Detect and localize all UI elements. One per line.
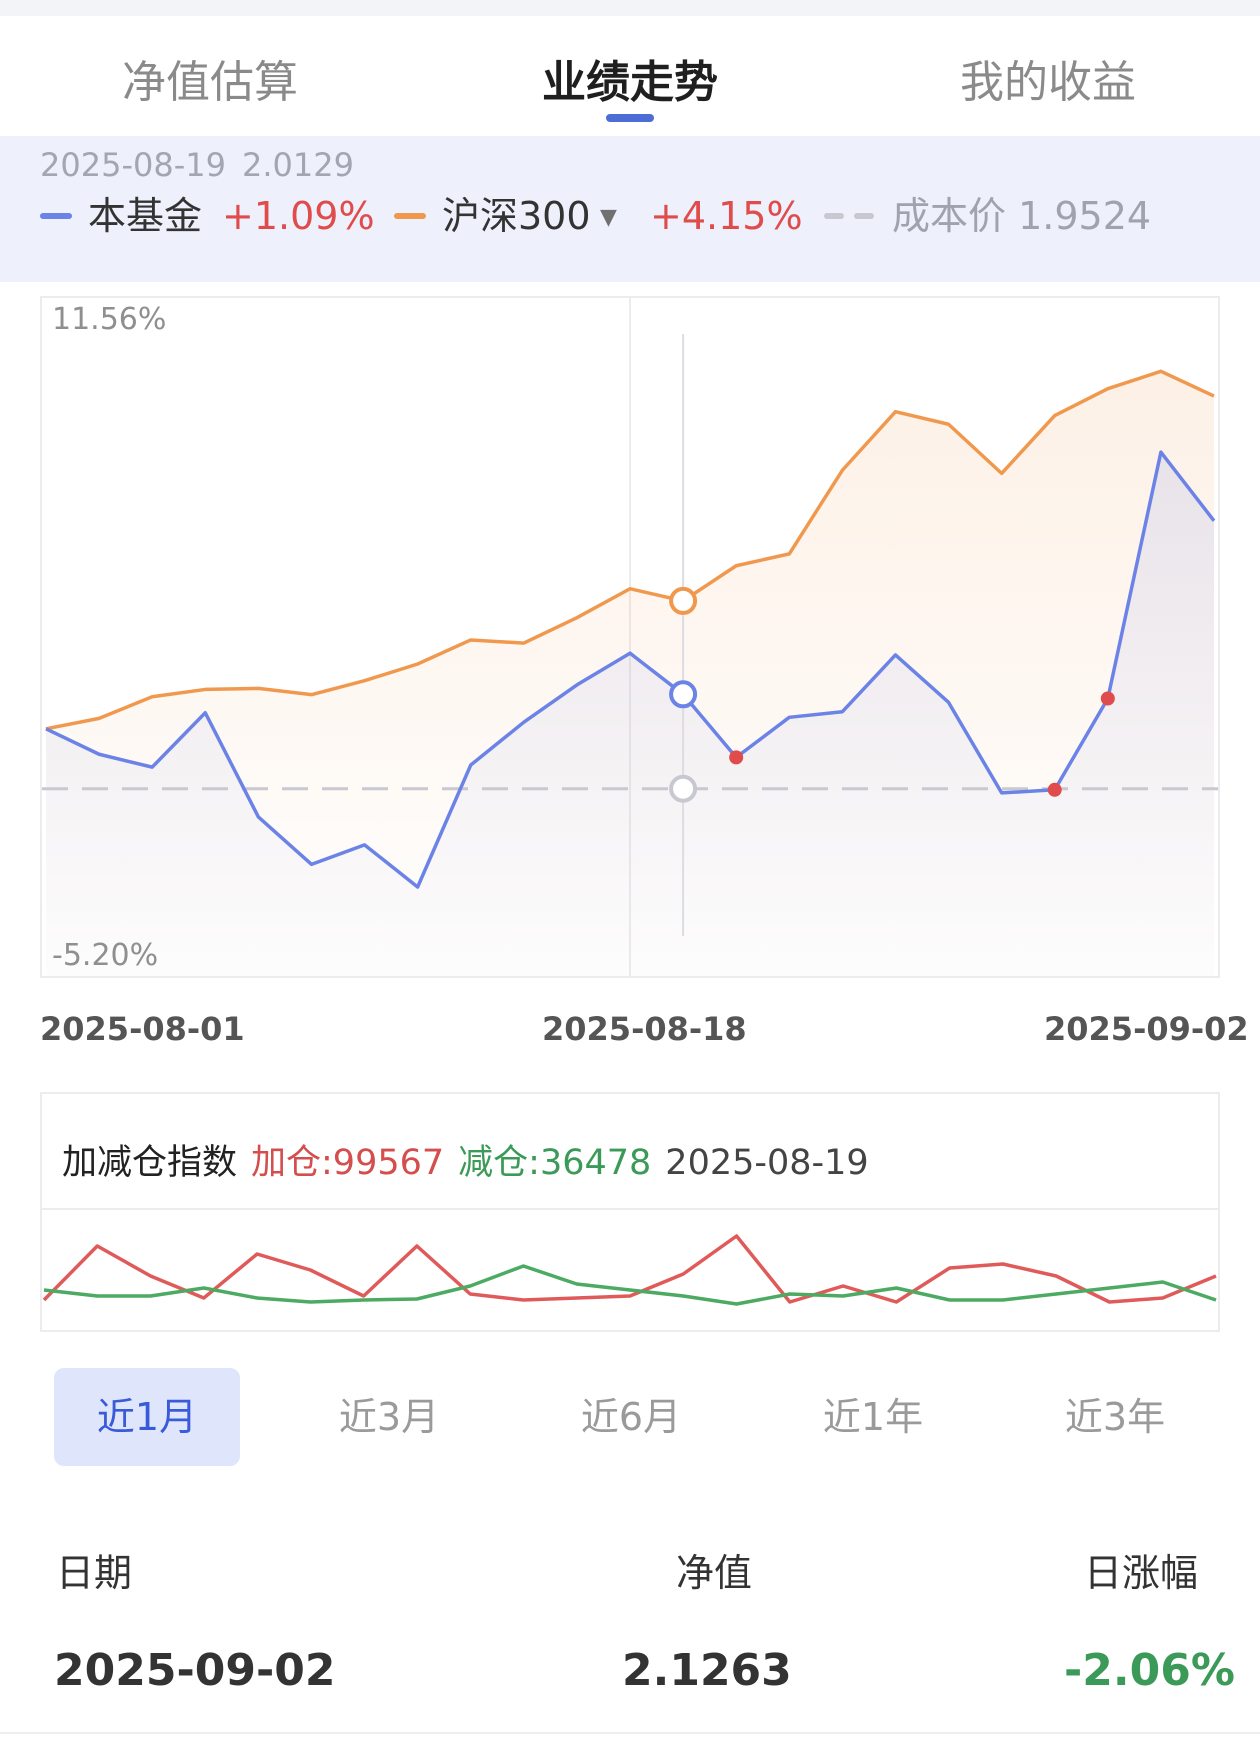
x-axis-mid-label: 2025-08-18 xyxy=(542,1010,747,1048)
table-header-nav: 净值 xyxy=(676,1551,753,1595)
position-index-box: 加减仓指数 加仓:99567 减仓:36478 2025-08-19 xyxy=(40,1092,1220,1332)
performance-chart-svg xyxy=(42,298,1218,976)
legend-date: 2025-08-19 xyxy=(40,146,226,184)
table-header-date: 日期 xyxy=(56,1551,133,1595)
position-index-title: 加减仓指数 xyxy=(62,1143,238,1183)
legend-date-line: 2025-08-19 2.0129 xyxy=(40,146,370,184)
fund-marker-point-2 xyxy=(1100,691,1115,706)
x-axis-end-label: 2025-09-02 xyxy=(1044,1010,1249,1048)
y-axis-min-label: -5.20% xyxy=(52,938,159,973)
period-1y-button[interactable]: 近1年 xyxy=(780,1368,966,1466)
fund-marker-point-1 xyxy=(1047,782,1062,797)
cost-legend-swatch-2 xyxy=(854,213,874,219)
y-axis-max-label: 11.56% xyxy=(52,302,167,337)
table-row-date: 2025-09-02 xyxy=(54,1645,336,1696)
fund-legend-swatch xyxy=(40,213,72,219)
period-3m-button[interactable]: 近3月 xyxy=(296,1368,482,1466)
fund-highlight-point xyxy=(669,680,698,709)
dropdown-triangle-icon[interactable]: ▼ xyxy=(600,190,617,246)
x-axis-start-label: 2025-08-01 xyxy=(40,1010,245,1048)
period-1m-button[interactable]: 近1月 xyxy=(54,1368,240,1466)
performance-chart[interactable] xyxy=(40,296,1220,978)
position-index-date: 2025-08-19 xyxy=(665,1143,869,1183)
reduce-position-value: 减仓:36478 xyxy=(458,1143,652,1183)
index-change: +4.15% xyxy=(650,194,803,238)
legend-nav: 2.0129 xyxy=(241,146,354,184)
table-row-daily-change: -2.06% xyxy=(1064,1645,1235,1696)
fund-change: +1.09% xyxy=(222,194,375,238)
bottom-divider xyxy=(0,1732,1260,1734)
cost-highlight-point xyxy=(669,774,698,803)
index-legend-swatch xyxy=(394,213,426,219)
period-selector: 近1月 近3月 近6月 近1年 近3年 xyxy=(40,1368,1220,1466)
period-3y-button[interactable]: 近3年 xyxy=(1022,1368,1208,1466)
table-header-daily-change: 日涨幅 xyxy=(1084,1551,1199,1595)
active-tab-indicator xyxy=(606,114,654,122)
cost-legend-label: 成本价 1.9524 xyxy=(892,194,1152,238)
index-legend-label[interactable]: 沪深300 xyxy=(442,188,591,244)
tab-performance[interactable]: 业绩走势 xyxy=(480,46,780,110)
tab-nav-estimate[interactable]: 净值估算 xyxy=(60,46,360,110)
tab-my-earnings[interactable]: 我的收益 xyxy=(898,46,1198,110)
top-strip xyxy=(0,0,1260,16)
period-6m-button[interactable]: 近6月 xyxy=(538,1368,724,1466)
position-index-header: 加减仓指数 加仓:99567 减仓:36478 2025-08-19 xyxy=(62,1134,883,1185)
table-row-nav: 2.1263 xyxy=(622,1645,792,1696)
cost-legend-swatch-1 xyxy=(824,213,844,219)
add-position-value: 加仓:99567 xyxy=(251,1143,445,1183)
fund-legend-label: 本基金 xyxy=(88,194,203,238)
fund-marker-point-0 xyxy=(729,750,744,765)
legend-panel: 2025-08-19 2.0129 本基金 +1.09% 沪深300 ▼ +4.1… xyxy=(0,136,1260,282)
index-highlight-point xyxy=(669,586,698,615)
position-index-chart[interactable] xyxy=(42,1210,1218,1330)
